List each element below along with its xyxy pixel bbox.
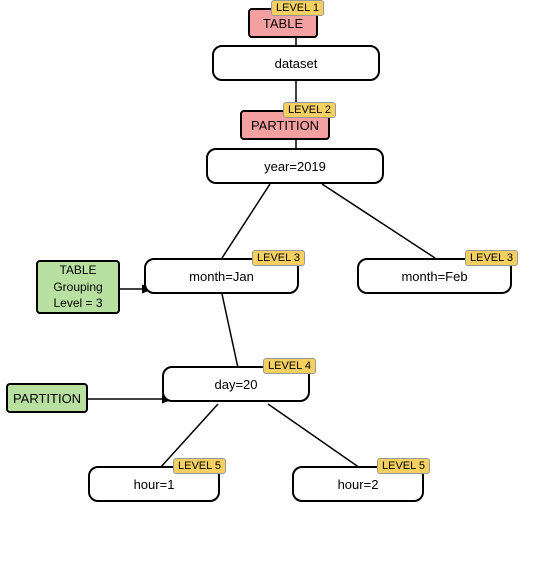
partition-left-node: PARTITION <box>6 383 88 413</box>
dataset-node: dataset <box>212 45 380 81</box>
hour2-label: hour=2 <box>338 477 379 492</box>
year2019-label: year=2019 <box>264 159 326 174</box>
partition-node: PARTITION LEVEL 2 <box>240 110 330 140</box>
day20-node: day=20 LEVEL 4 <box>162 366 310 402</box>
diagram: TABLE LEVEL 1 dataset PARTITION LEVEL 2 … <box>0 0 541 576</box>
month-feb-label: month=Feb <box>401 269 467 284</box>
hour2-level-badge: LEVEL 5 <box>377 458 430 474</box>
partition-label: PARTITION <box>251 118 319 133</box>
table-label: TABLE <box>263 16 303 31</box>
partition-level-badge: LEVEL 2 <box>283 102 336 118</box>
month-jan-node: month=Jan LEVEL 3 <box>144 258 299 294</box>
table-node: TABLE LEVEL 1 <box>248 8 318 38</box>
dataset-label: dataset <box>275 56 318 71</box>
day20-label: day=20 <box>214 377 257 392</box>
hour1-node: hour=1 LEVEL 5 <box>88 466 220 502</box>
month-jan-level-badge: LEVEL 3 <box>252 250 305 266</box>
month-feb-level-badge: LEVEL 3 <box>465 250 518 266</box>
day20-level-badge: LEVEL 4 <box>263 358 316 374</box>
hour1-level-badge: LEVEL 5 <box>173 458 226 474</box>
table-level-badge: LEVEL 1 <box>271 0 324 16</box>
hour1-label: hour=1 <box>134 477 175 492</box>
partition-left-label: PARTITION <box>13 391 81 406</box>
table-grouping-label: TABLE Grouping Level = 3 <box>53 262 102 312</box>
table-grouping-node: TABLE Grouping Level = 3 <box>36 260 120 314</box>
hour2-node: hour=2 LEVEL 5 <box>292 466 424 502</box>
month-jan-label: month=Jan <box>189 269 254 284</box>
month-feb-node: month=Feb LEVEL 3 <box>357 258 512 294</box>
year2019-node: year=2019 <box>206 148 384 184</box>
